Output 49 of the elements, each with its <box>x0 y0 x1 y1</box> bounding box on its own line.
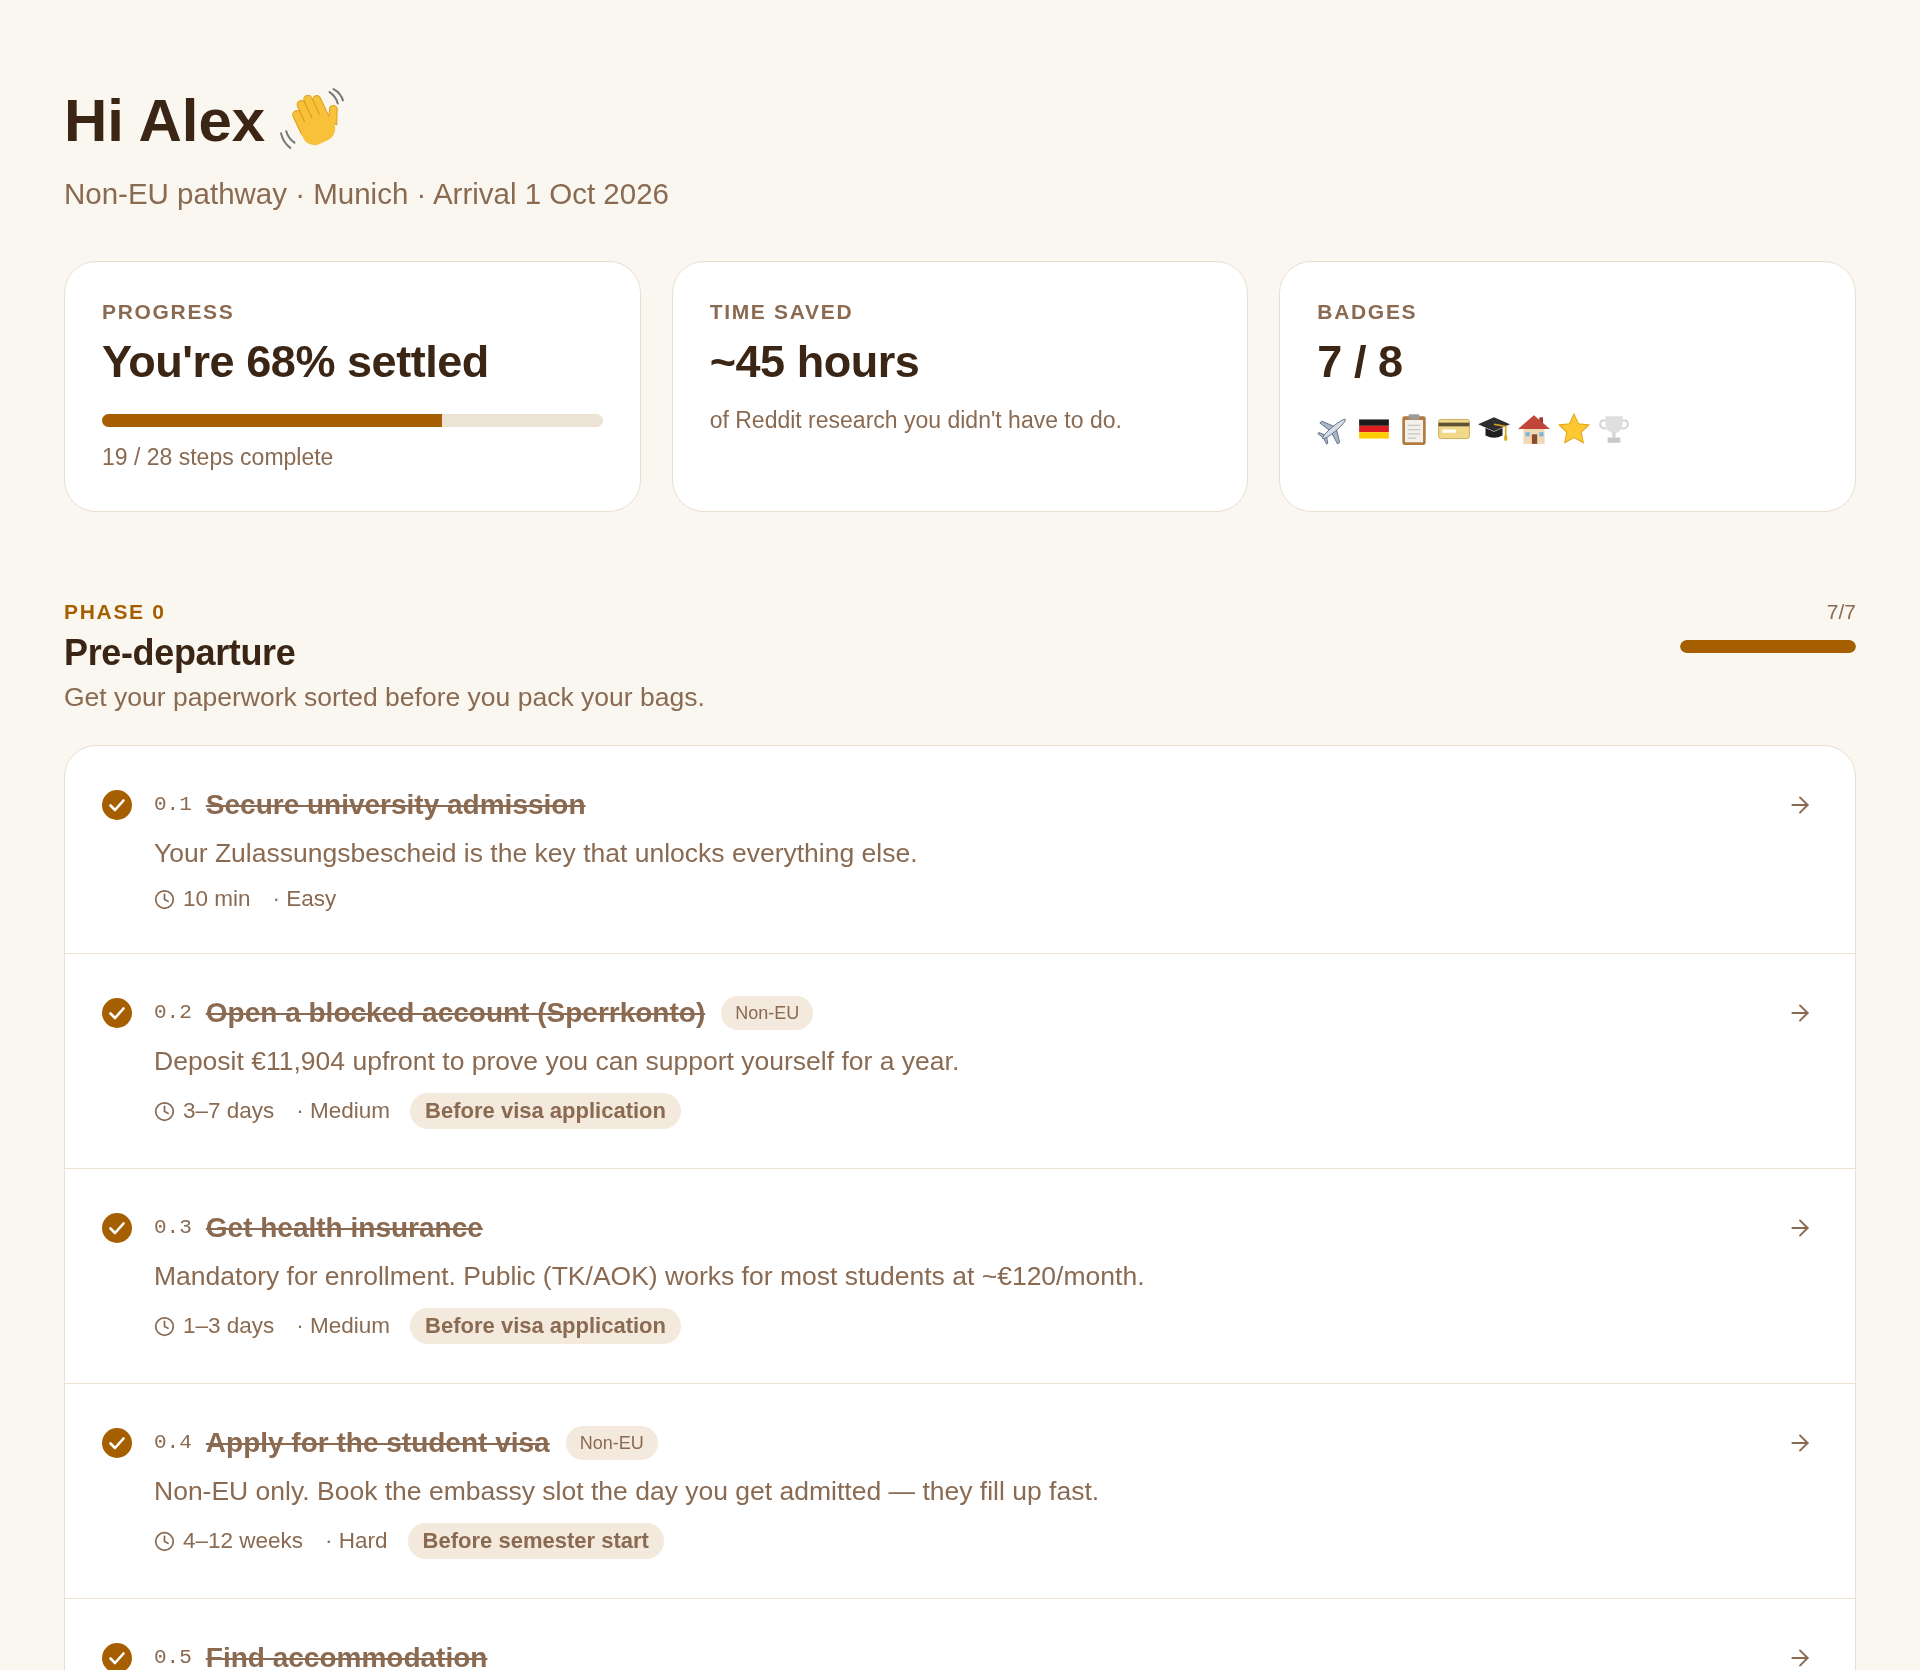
clock-icon <box>154 1315 175 1337</box>
stat-value: 7 / 8 <box>1317 338 1403 386</box>
region-tag: Non-EU <box>565 1426 658 1460</box>
greeting-title: Hi Alex <box>64 91 266 151</box>
deadline-tag: Before visa application <box>410 1093 681 1129</box>
stat-label: BADGES <box>1317 299 1418 325</box>
check-circle-icon[interactable] <box>102 998 132 1028</box>
deadline-tag: Before visa application <box>410 1308 681 1344</box>
step-title[interactable]: Open a blocked account (Sperrkonto) <box>205 995 706 1031</box>
duration-text: 1–3 days <box>183 1312 275 1340</box>
difficulty-text: · Medium <box>296 1097 391 1125</box>
difficulty-text: · Easy <box>272 885 337 913</box>
step-description: Mandatory for enrollment. Public (TK/AOK) works for most students at ~€120/month. <box>154 1260 1145 1292</box>
step-title[interactable]: Get health insurance <box>205 1210 483 1246</box>
stat-value: ~45 hours <box>709 338 920 386</box>
difficulty-text: · Hard <box>325 1527 388 1555</box>
step-description: Deposit €11,904 upfront to prove you can support yourself for a year. <box>154 1045 960 1077</box>
check-circle-icon[interactable] <box>102 790 132 820</box>
progress-caption: 19 / 28 steps complete <box>102 443 334 471</box>
clock-icon <box>154 888 175 910</box>
step-number: 0.2 <box>154 1000 192 1026</box>
stat-value: You're 68% settled <box>102 338 489 386</box>
step-number: 0.4 <box>154 1430 192 1456</box>
step-title[interactable]: Secure university admission <box>205 787 586 823</box>
step-description: Non-EU only. Book the embassy slot the day you get admitted — they fill up fast. <box>154 1475 1100 1507</box>
difficulty-text: · Medium <box>296 1312 391 1340</box>
step-title[interactable]: Apply for the student visa <box>205 1425 550 1461</box>
phase-label: PHASE 0 <box>64 599 166 625</box>
step-title[interactable]: Find accommodation <box>205 1640 488 1670</box>
check-circle-icon[interactable] <box>102 1428 132 1458</box>
deadline-tag: Before semester start <box>407 1523 664 1559</box>
phase-description: Get your paperwork sorted before you pack your bags. <box>64 681 705 713</box>
duration-text: 10 min <box>183 885 251 913</box>
duration-text: 3–7 days <box>183 1097 275 1125</box>
check-circle-icon[interactable] <box>102 1213 132 1243</box>
phase-title: Pre-departure <box>64 632 296 674</box>
phase-count: 7/7 <box>1826 599 1856 625</box>
step-description: Your Zulassungsbescheid is the key that unlocks everything else. <box>154 837 918 869</box>
stat-caption: of Reddit research you didn't have to do. <box>709 406 1122 434</box>
duration-text: 4–12 weeks <box>183 1527 304 1555</box>
step-number: 0.5 <box>154 1645 192 1670</box>
subtitle-text: Non-EU pathway · Munich · Arrival 1 Oct 2026 <box>64 176 669 212</box>
stat-label: TIME SAVED <box>709 299 854 325</box>
step-number: 0.3 <box>154 1215 192 1241</box>
region-tag: Non-EU <box>721 996 814 1030</box>
stat-label: PROGRESS <box>102 299 235 325</box>
clock-icon <box>154 1100 175 1122</box>
step-number: 0.1 <box>154 792 192 818</box>
clock-icon <box>154 1530 175 1552</box>
